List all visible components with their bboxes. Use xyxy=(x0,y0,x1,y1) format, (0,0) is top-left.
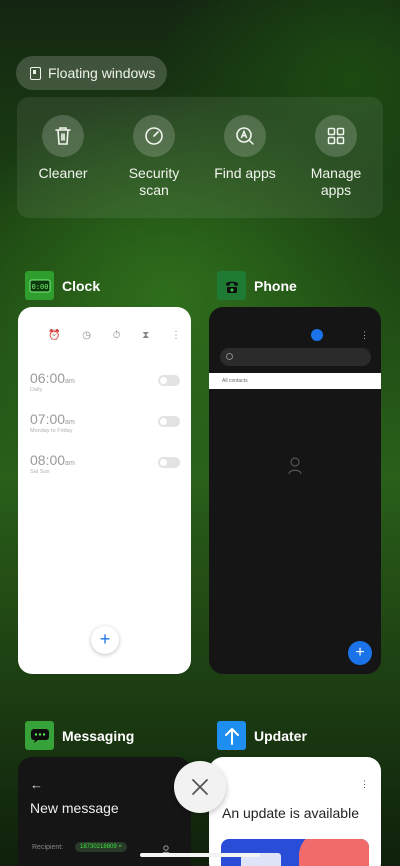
search-apps-icon xyxy=(224,115,266,157)
quick-tools-panel: Cleaner Security scan Find apps Manage a… xyxy=(17,97,383,218)
alarm-item[interactable]: 08:00am Sat Sun xyxy=(30,452,180,475)
more-icon[interactable]: ⋮ xyxy=(171,330,181,341)
clock-app-name: Clock xyxy=(62,277,101,294)
clear-all-button[interactable] xyxy=(174,761,226,813)
phone-app-icon xyxy=(217,271,246,300)
security-scan-label: Security scan xyxy=(128,165,180,198)
alarm-days: Daily xyxy=(30,387,43,393)
home-indicator[interactable] xyxy=(140,853,260,857)
updater-app-header[interactable]: Updater xyxy=(217,721,307,750)
close-icon xyxy=(192,779,208,795)
speedometer-icon xyxy=(133,115,175,157)
back-arrow-icon[interactable]: ← xyxy=(30,777,43,792)
updater-app-card[interactable]: ⋮ An update is available xyxy=(209,757,381,866)
alarm-days: Sat Sun xyxy=(30,469,50,475)
updater-app-name: Updater xyxy=(254,727,307,744)
messaging-app-icon xyxy=(25,721,54,750)
grid-icon xyxy=(315,115,357,157)
floating-window-icon xyxy=(30,66,41,80)
recipient-chip[interactable]: 18730218809 × xyxy=(75,842,127,852)
messaging-app-header[interactable]: Messaging xyxy=(25,721,134,750)
world-clock-tab-icon[interactable]: ◷ xyxy=(82,330,91,341)
clock-toolbar: ⏰ ◷ ⏱ ⧗ ⋮ xyxy=(48,327,181,343)
clock-app-header[interactable]: 0:00 Clock xyxy=(25,271,100,300)
stopwatch-tab-icon[interactable]: ⏱ xyxy=(113,330,121,341)
clock-app-icon: 0:00 xyxy=(25,271,54,300)
alarm-days: Monday to Friday xyxy=(30,428,73,434)
alarm-item[interactable]: 07:00am Monday to Friday xyxy=(30,411,180,434)
alarm-item[interactable]: 06:00am Daily xyxy=(30,370,180,393)
floating-windows-label: Floating windows xyxy=(48,65,156,81)
alarm-tab-icon[interactable]: ⏰ xyxy=(48,330,60,341)
contacts-search-input[interactable] xyxy=(220,348,371,366)
person-icon xyxy=(288,457,302,480)
all-contacts-header: All contacts xyxy=(209,373,381,389)
more-icon[interactable]: ⋮ xyxy=(360,330,369,341)
add-contact-button[interactable]: + xyxy=(348,641,372,665)
new-message-title: New message xyxy=(30,800,119,816)
messaging-app-name: Messaging xyxy=(62,727,135,744)
alarm-toggle[interactable] xyxy=(158,416,180,427)
alarm-toggle[interactable] xyxy=(158,375,180,386)
add-alarm-button[interactable]: + xyxy=(91,626,119,654)
manage-apps-label: Manage apps xyxy=(310,165,362,198)
trash-icon xyxy=(42,115,84,157)
phone-app-header[interactable]: Phone xyxy=(217,271,297,300)
manage-apps-button[interactable]: Manage apps xyxy=(291,115,381,199)
timer-tab-icon[interactable]: ⧗ xyxy=(142,330,149,341)
security-scan-button[interactable]: Security scan xyxy=(109,115,199,199)
cleaner-button[interactable]: Cleaner xyxy=(18,115,108,182)
contact-picker-icon[interactable] xyxy=(161,842,171,860)
alarm-toggle[interactable] xyxy=(158,457,180,468)
phone-app-card[interactable]: ⋮ All contacts + xyxy=(209,307,381,674)
floating-windows-button[interactable]: Floating windows xyxy=(16,56,167,90)
find-apps-button[interactable]: Find apps xyxy=(200,115,290,182)
recipient-label: Recipient: xyxy=(32,844,64,851)
account-avatar[interactable] xyxy=(311,329,323,341)
more-icon[interactable]: ⋮ xyxy=(360,779,369,790)
updater-app-icon xyxy=(217,721,246,750)
svg-text:0:00: 0:00 xyxy=(31,283,48,291)
phone-app-name: Phone xyxy=(254,277,297,294)
messaging-app-card[interactable]: ← New message Recipient: 18730218809 × xyxy=(18,757,191,866)
update-available-text: An update is available xyxy=(222,805,359,821)
clock-app-card[interactable]: ⏰ ◷ ⏱ ⧗ ⋮ 06:00am Daily 07:00am Monday t… xyxy=(18,307,191,674)
cleaner-label: Cleaner xyxy=(38,165,88,181)
find-apps-label: Find apps xyxy=(214,165,276,181)
